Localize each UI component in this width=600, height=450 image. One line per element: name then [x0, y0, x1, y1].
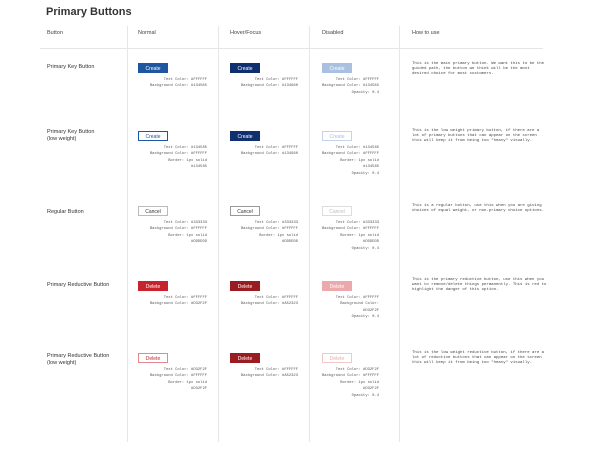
hover-state-sample-button[interactable]: Create [230, 63, 260, 73]
row-label-line: Primary Reductive Button [47, 282, 110, 288]
spec-line: #D32F2F [191, 387, 207, 392]
disabled-state-sample-button[interactable]: Cancel [322, 206, 352, 216]
column-header-hover-focus: Hover/Focus [230, 30, 262, 36]
spec-line: Background Color: #134980 [241, 84, 298, 89]
row-label-line: (low weight) [47, 136, 77, 143]
normal-state-sample-button[interactable]: Cancel [138, 206, 168, 216]
hover-style-spec: Text Color: #333333 Background Color: #FF… [218, 220, 298, 246]
row-label: Primary Key Button [47, 64, 94, 71]
column-header-disabled: Disabled [322, 30, 344, 36]
spec-line: #DDDDDD [191, 240, 207, 245]
normal-style-spec: Text Color: #FFFFFF Background Color: #D3… [127, 295, 207, 308]
hover-state-sample-button[interactable]: Delete [230, 281, 260, 291]
normal-style-spec: Text Color: #333333 Background Color: #FF… [127, 220, 207, 246]
spec-line: Background Color: #134585 [150, 84, 207, 89]
spec-line: Background Color: #A52323 [241, 374, 298, 379]
normal-state-sample-button[interactable]: Delete [138, 353, 168, 363]
spec-line: Opacity: 0.4 [351, 171, 379, 176]
page-title: Primary Buttons [46, 6, 132, 18]
hover-state-sample-button[interactable]: Create [230, 131, 260, 141]
normal-style-spec: Text Color: #134585 Background Color: #FF… [127, 145, 207, 171]
spec-line: #134585 [191, 165, 207, 170]
row-label-line: Primary Key Button [47, 64, 95, 70]
usage-description: This is a regular button, use this when … [412, 204, 545, 214]
hover-style-spec: Text Color: #FFFFFF Background Color: #A5… [218, 367, 298, 380]
spec-line: Opacity: 0.4 [351, 315, 379, 320]
spec-line: Background Color: #A52323 [241, 302, 298, 307]
disabled-state-sample-button[interactable]: Delete [322, 281, 352, 291]
column-header-button: Button [47, 30, 63, 36]
spec-line: Background Color: #134980 [241, 152, 298, 157]
usage-description: This is the low weight reductive button,… [412, 351, 545, 366]
column-header-normal: Normal [138, 30, 156, 36]
spec-line: Opacity: 0.4 [351, 90, 379, 95]
normal-state-sample-button[interactable]: Create [138, 63, 168, 73]
row-label: Primary Reductive Button (low weight) [47, 353, 109, 367]
row-label-line: Primary Key Button [47, 129, 95, 135]
spec-line: Background Color: #D32F2F [150, 302, 207, 307]
normal-state-sample-button[interactable]: Delete [138, 281, 168, 291]
disabled-state-sample-button[interactable]: Create [322, 63, 352, 73]
row-label-line: Regular Button [47, 209, 84, 215]
normal-style-spec: Text Color: #D32F2F Background Color: #FF… [127, 367, 207, 393]
spec-line: Opacity: 0.4 [351, 246, 379, 251]
hover-style-spec: Text Color: #FFFFFF Background Color: #13… [218, 77, 298, 90]
spec-line: Opacity: 0.4 [351, 393, 379, 398]
hover-style-spec: Text Color: #FFFFFF Background Color: #13… [218, 145, 298, 158]
usage-description: This is the main primary button. We want… [412, 62, 545, 77]
hover-state-sample-button[interactable]: Delete [230, 353, 260, 363]
usage-description: This is the primary reductive button, us… [412, 278, 547, 293]
spec-line: #DDDDDD [282, 240, 298, 245]
normal-state-sample-button[interactable]: Create [138, 131, 168, 141]
disabled-style-spec: Text Color: #D32F2F Background Color: #FF… [299, 367, 379, 399]
hover-state-sample-button[interactable]: Cancel [230, 206, 260, 216]
disabled-style-spec: Text Color: #333333 Background Color: #FF… [299, 220, 379, 252]
disabled-style-spec: Text Color: #FFFFFF Background Color: #13… [299, 77, 379, 96]
row-label: Primary Key Button (low weight) [47, 129, 94, 143]
disabled-style-spec: Text Color: #134585 Background Color: #FF… [299, 145, 379, 177]
disabled-style-spec: Text Color: #FFFFFF Background Color: #D32… [299, 295, 379, 321]
usage-description: This is the low weight primary button, i… [412, 129, 540, 144]
header-divider [40, 48, 543, 49]
row-label: Primary Reductive Button [47, 282, 109, 289]
column-header-how-to-use: How to use [412, 30, 440, 36]
column-divider [399, 26, 400, 442]
disabled-state-sample-button[interactable]: Delete [322, 353, 352, 363]
hover-style-spec: Text Color: #FFFFFF Background Color: #A5… [218, 295, 298, 308]
normal-style-spec: Text Color: #FFFFFF Background Color: #13… [127, 77, 207, 90]
row-label-line: Primary Reductive Button [47, 353, 110, 359]
row-label: Regular Button [47, 209, 84, 216]
row-label-line: (low weight) [47, 360, 77, 367]
disabled-state-sample-button[interactable]: Create [322, 131, 352, 141]
